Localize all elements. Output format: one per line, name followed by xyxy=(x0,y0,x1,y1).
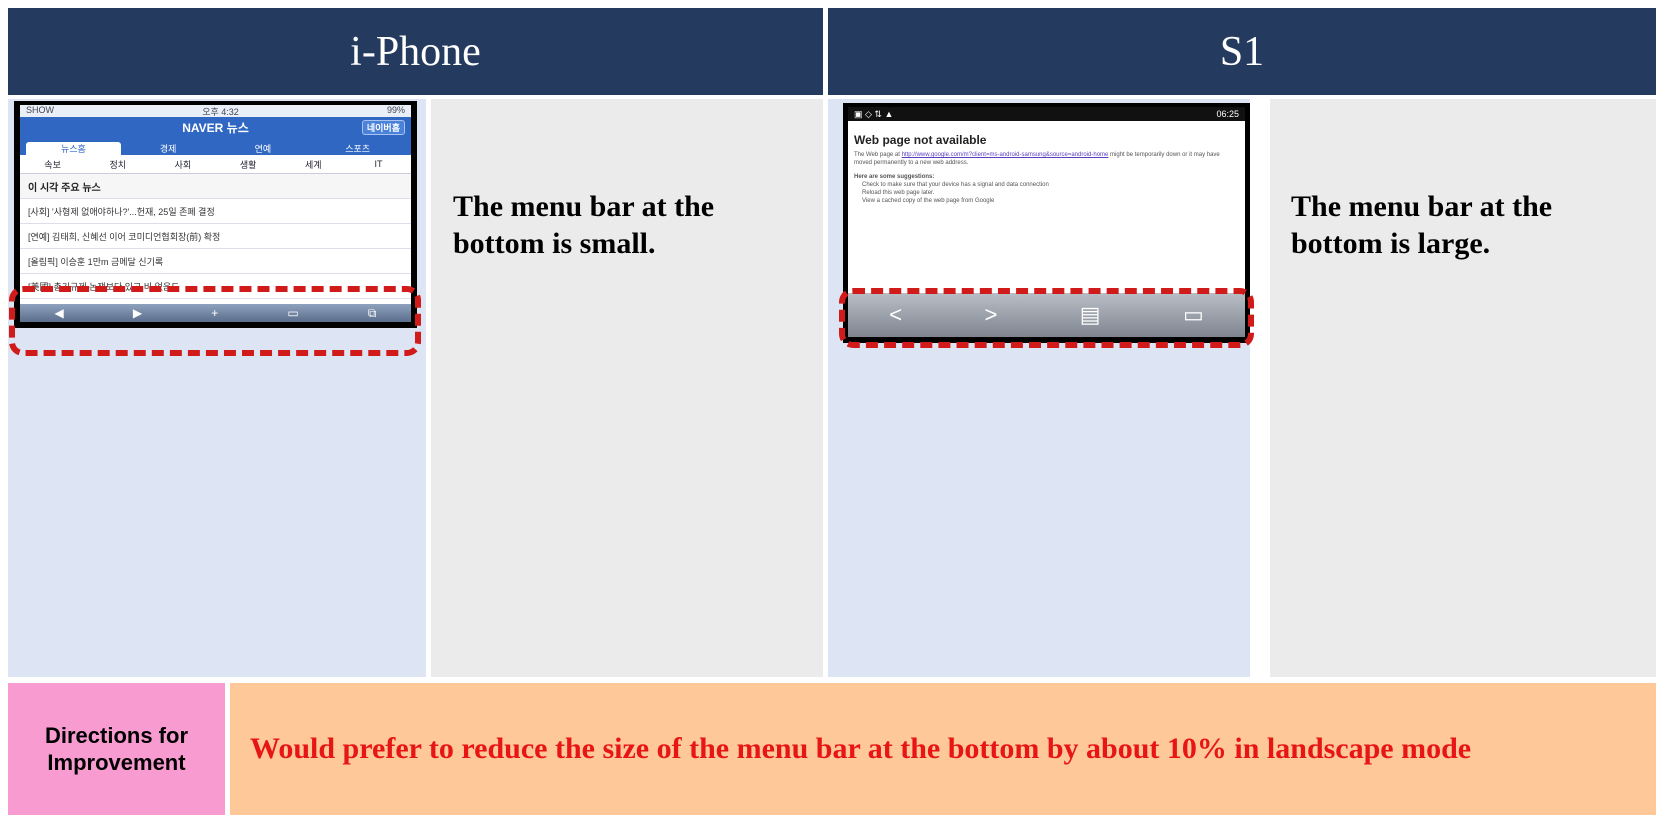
iphone-status-bar: SHOW 오후 4:32 99% xyxy=(20,105,411,117)
app-title: NAVER 뉴스 xyxy=(182,120,249,135)
news-row: [올림픽] 이승훈 1만m 금메달 신기록 xyxy=(20,249,411,274)
directions-text: Would prefer to reduce the size of the m… xyxy=(230,683,1656,815)
notification-icons: ▣ ◇ ⇅ ▲ xyxy=(854,108,894,119)
naver-subtabs: 속보 정치 사회 생활 세계 IT xyxy=(20,155,411,174)
iphone-description: The menu bar at the bottom is small. xyxy=(453,190,715,260)
tab-news-home: 뉴스홈 xyxy=(26,142,121,155)
subtab: 정치 xyxy=(109,159,127,170)
s1-description-panel xyxy=(1270,99,1656,677)
directions-label-line2: Improvement xyxy=(47,750,186,775)
naver-home-pill: 네이버홈 xyxy=(361,120,405,135)
section-heading: 이 시각 주요 뉴스 xyxy=(20,174,411,199)
battery-label: 99% xyxy=(386,105,405,115)
iphone-description-panel xyxy=(431,99,823,677)
header-iphone: i-Phone xyxy=(8,8,823,95)
suggestions-heading: Here are some suggestions: xyxy=(854,174,935,180)
subtab: 속보 xyxy=(44,159,61,170)
s1-menu-bar-highlight xyxy=(839,288,1254,348)
subtab: IT xyxy=(374,159,383,169)
suggestion-item: Check to make sure that your device has … xyxy=(862,182,1049,188)
error-page-body: The Web page at http://www.google.com/m?… xyxy=(848,151,1245,167)
subtab: 사회 xyxy=(174,159,192,170)
failed-url-link: http://www.google.com/m?client=ms-androi… xyxy=(901,152,1109,158)
news-row: [사회] '사형제 없애야하나?'...헌재, 25일 존폐 결정 xyxy=(20,199,411,224)
subtab: 세계 xyxy=(304,159,322,170)
error-page-title: Web page not available xyxy=(854,133,987,147)
directions-label: Directions for Improvement xyxy=(8,683,225,815)
iphone-menu-bar-highlight xyxy=(9,286,421,356)
body-prefix: The Web page at xyxy=(854,152,900,158)
tab-sports: 스포츠 xyxy=(345,144,371,154)
naver-news-title: NAVER 뉴스 네이버홈 xyxy=(20,117,411,137)
s1-description: The menu bar at the bottom is large. xyxy=(1291,190,1553,260)
directions-label-line1: Directions for xyxy=(44,723,189,748)
suggestion-item: Reload this web page later. xyxy=(862,190,935,196)
carrier-label: SHOW xyxy=(26,105,54,115)
suggestion-item: View a cached copy of the web page from … xyxy=(862,198,995,204)
header-s1: S1 xyxy=(828,8,1656,95)
naver-tabs: 뉴스홈 경제 연예 스포츠 xyxy=(20,137,411,155)
s1-status-bar: ▣ ◇ ⇅ ▲ 06:25 xyxy=(848,107,1245,121)
subtab: 생활 xyxy=(239,159,257,170)
tab-entertainment: 연예 xyxy=(254,144,272,154)
tab-economy: 경제 xyxy=(159,144,177,154)
news-row: [연예] 김태희, 신혜선 이어 코미디언협회장(前) 확정 xyxy=(20,224,411,249)
s1-clock: 06:25 xyxy=(1216,109,1239,119)
clock-label: 오후 4:32 xyxy=(202,107,239,117)
